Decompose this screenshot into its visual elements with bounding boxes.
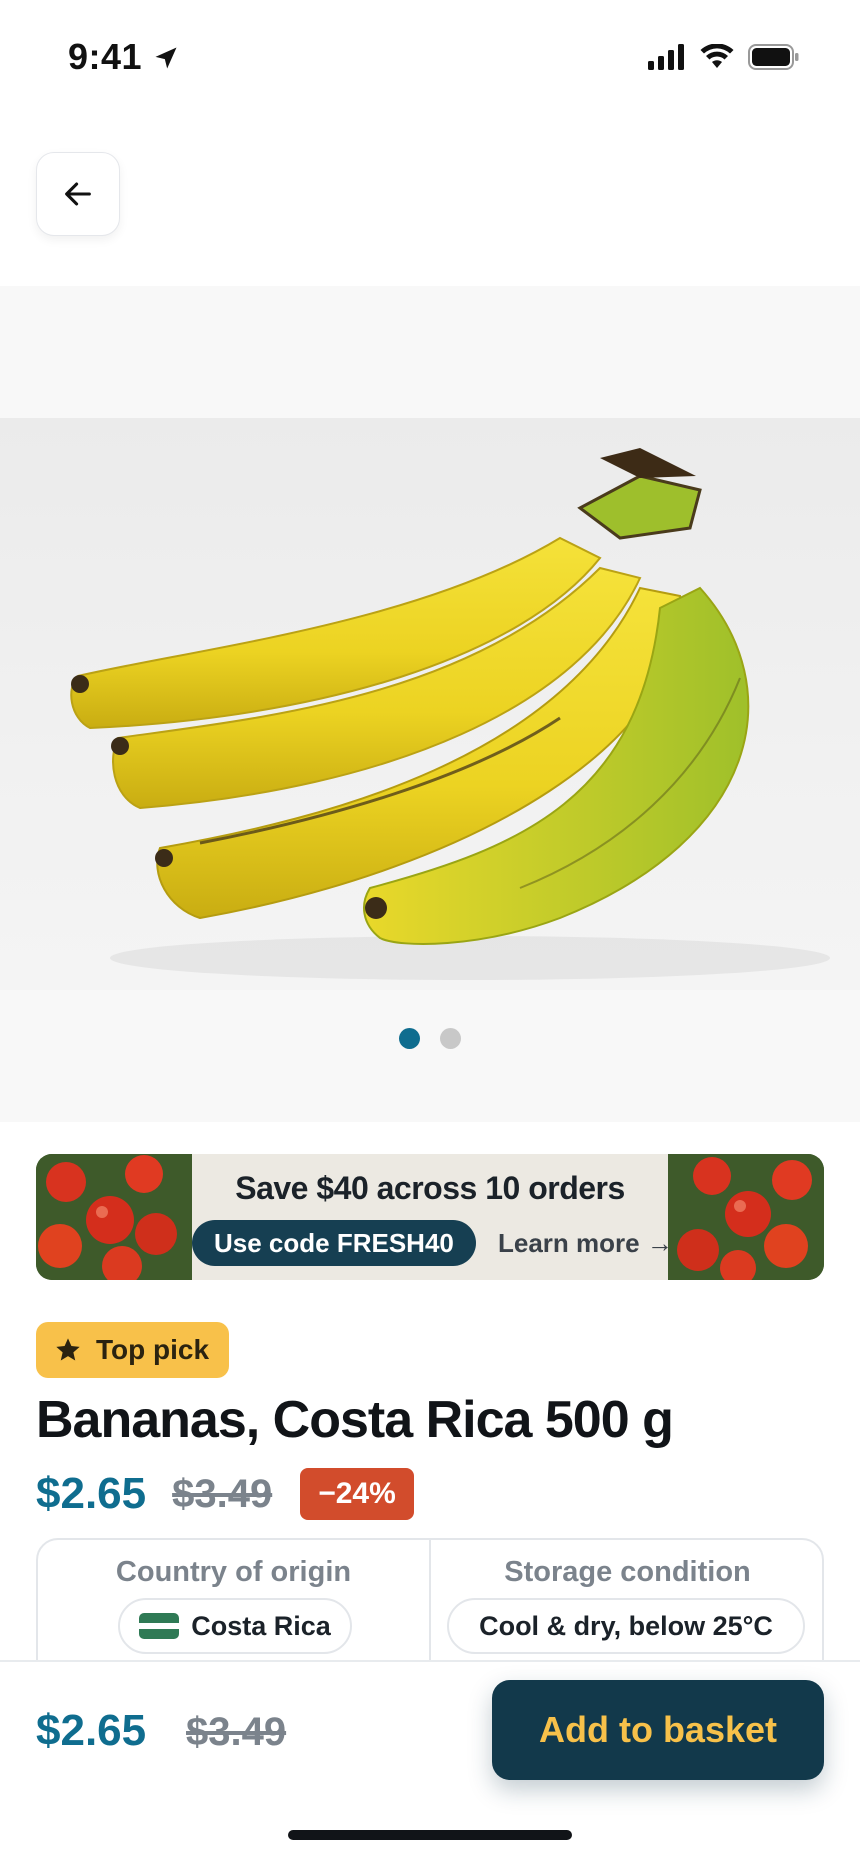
bananas-illustration: [70, 448, 830, 980]
status-bar: 9:41: [0, 0, 860, 120]
wifi-icon: [700, 44, 734, 68]
current-price: $2.65: [36, 1469, 147, 1518]
bottom-original-price: $3.49: [186, 1710, 287, 1754]
top-pick-badge: Top pick: [36, 1322, 230, 1378]
badge-label: Top pick: [96, 1334, 210, 1365]
cellular-signal-icon: [648, 44, 684, 70]
learn-more-link[interactable]: Learn more →: [498, 1228, 673, 1259]
gallery-pagination: [0, 1028, 860, 1049]
status-icons: [648, 44, 800, 70]
tomatoes-image-right: [668, 1154, 824, 1280]
spec-value-pill: Cool & dry, below 25°C: [447, 1598, 805, 1654]
gallery-dot[interactable]: [440, 1028, 461, 1049]
price-row: $2.65 $3.49 −24%: [36, 1466, 414, 1522]
star-icon: [56, 1338, 80, 1361]
bottom-bar: $2.65 $3.49 Add to basket: [0, 1660, 860, 1864]
add-to-basket-button[interactable]: Add to basket: [492, 1680, 824, 1780]
spec-label: Country of origin: [115, 1556, 352, 1588]
bottom-current-price: $2.65: [36, 1706, 147, 1755]
spec-value: Costa Rica: [191, 1610, 331, 1641]
location-arrow-icon: [155, 47, 177, 69]
product-title: Bananas, Costa Rica 500 g: [36, 1391, 674, 1449]
original-price: $3.49: [172, 1471, 273, 1516]
discount-badge: −24%: [300, 1468, 414, 1520]
costa-rica-flag-icon: [139, 1613, 180, 1639]
promo-code-pill[interactable]: Use code FRESH40: [192, 1220, 476, 1266]
promo-banner[interactable]: Save $40 across 10 orders Use code FRESH…: [36, 1154, 824, 1280]
spec-value-pill: Costa Rica: [118, 1598, 352, 1654]
tomatoes-image-left: [36, 1154, 192, 1280]
status-time: 9:41: [68, 36, 143, 77]
home-indicator[interactable]: [288, 1830, 572, 1840]
product-gallery[interactable]: [0, 286, 860, 1122]
battery-icon: [748, 44, 799, 70]
gallery-dot-active[interactable]: [399, 1028, 420, 1049]
arrow-left-icon: [65, 182, 91, 206]
back-button[interactable]: [36, 152, 120, 236]
spec-label: Storage condition: [504, 1556, 751, 1588]
promo-title: Save $40 across 10 orders: [235, 1170, 625, 1206]
product-image: [0, 418, 860, 990]
spec-value: Cool & dry, below 25°C: [479, 1610, 773, 1641]
